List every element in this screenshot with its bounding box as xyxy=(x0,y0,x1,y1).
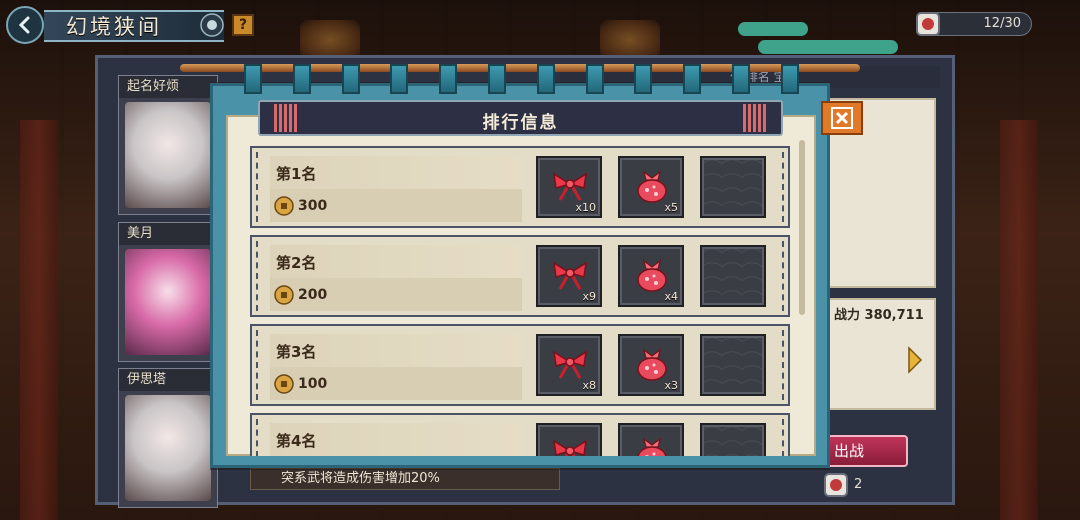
item-quantity: x10 xyxy=(575,201,596,214)
reward-slot-bag[interactable]: x5 xyxy=(618,156,684,218)
coin-reward-value: 200 xyxy=(298,287,328,303)
rod-ring-decoration xyxy=(488,64,506,94)
modal-title: 排行信息 xyxy=(482,113,559,133)
ticket-counter: 12/30 xyxy=(916,12,1032,36)
item-quantity: x4 xyxy=(664,290,678,303)
character-name: 起名好烦 xyxy=(119,76,217,98)
ticket-icon xyxy=(824,473,848,497)
reward-slot-bag[interactable]: x4 xyxy=(618,245,684,307)
ticket-icon xyxy=(916,12,940,36)
coin-icon xyxy=(274,374,294,394)
modal-header: 排行信息 xyxy=(258,100,783,136)
coin-reward-value: 300 xyxy=(298,198,328,214)
item-quantity: x5 xyxy=(664,201,678,214)
lantern-decoration xyxy=(600,20,660,60)
rank-info: 第3名 100 xyxy=(270,334,522,400)
ticket-count-value: 12/30 xyxy=(983,16,1021,31)
close-icon xyxy=(831,107,853,129)
back-button[interactable] xyxy=(6,6,44,44)
buff-description: 突系武将造成伤害增加20% xyxy=(250,468,560,490)
rod-ring-decoration xyxy=(634,64,653,94)
flower-icon xyxy=(200,13,224,37)
rank-info: 第2名 200 xyxy=(270,245,522,311)
reward-slot-ribbon[interactable]: x9 xyxy=(536,245,602,307)
scroll-rod xyxy=(180,64,860,72)
ticket-count-small: 2 xyxy=(854,477,863,492)
rod-ring-decoration xyxy=(732,64,750,94)
item-quantity: x9 xyxy=(582,290,596,303)
rod-ring-decoration xyxy=(439,64,458,94)
coin-reward-value: 100 xyxy=(298,376,328,392)
scrollbar[interactable] xyxy=(799,140,805,315)
close-button[interactable] xyxy=(821,101,863,135)
rank-info: 第1名 300 xyxy=(270,156,522,222)
rank-label: 第4名 xyxy=(276,432,317,450)
rod-ring-decoration xyxy=(536,64,555,94)
rod-ring-decoration xyxy=(292,64,311,94)
rod-ring-decoration xyxy=(390,64,409,94)
reward-slot-empty xyxy=(700,334,766,396)
item-quantity: x8 xyxy=(582,379,596,392)
coin-icon xyxy=(274,285,294,305)
rank-label: 第1名 xyxy=(276,165,317,183)
item-quantity: x3 xyxy=(664,379,678,392)
rank-row: 第2名 200 x9 x4 xyxy=(250,235,790,317)
reward-slot-ribbon[interactable]: x10 xyxy=(536,156,602,218)
reward-slot-empty xyxy=(700,156,766,218)
rod-ring-decoration xyxy=(341,64,360,94)
coin-icon xyxy=(274,196,294,216)
help-button[interactable]: ? xyxy=(232,14,254,36)
title-plate: 幻境狭间 xyxy=(44,10,224,42)
page-title: 幻境狭间 xyxy=(66,15,162,39)
rank-label: 第2名 xyxy=(276,254,317,272)
rank-label: 第3名 xyxy=(276,343,317,361)
rod-ring-decoration xyxy=(585,64,604,94)
lantern-decoration xyxy=(300,20,360,60)
rod-ring-decoration xyxy=(244,64,262,94)
rank-row: 第3名 100 x8 x3 xyxy=(250,324,790,406)
rod-ring-decoration xyxy=(780,64,799,94)
reward-slot-ribbon[interactable]: x8 xyxy=(536,334,602,396)
reward-slot-empty xyxy=(700,245,766,307)
reward-slot-bag[interactable]: x3 xyxy=(618,334,684,396)
back-arrow-icon xyxy=(18,16,30,34)
rod-ring-decoration xyxy=(683,64,702,94)
rank-row: 第1名 300 x10 x5 xyxy=(250,146,790,228)
